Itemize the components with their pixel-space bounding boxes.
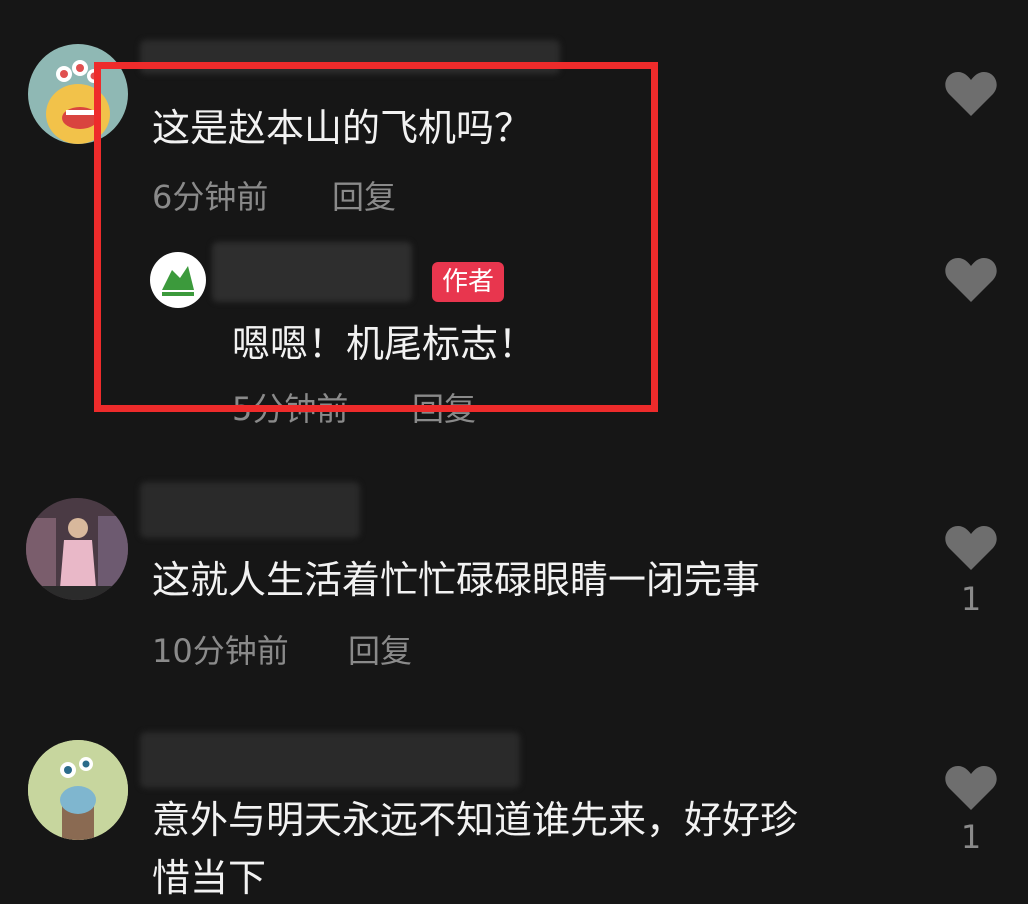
heart-icon <box>945 766 997 810</box>
highlight-box <box>94 62 658 412</box>
comment-text-line-1: 意外与明天永远不知道谁先来，好好珍 <box>152 798 799 842</box>
heart-icon <box>945 72 997 116</box>
like-button[interactable] <box>944 764 998 816</box>
photo-avatar-icon <box>26 498 128 600</box>
username-blurred[interactable] <box>140 482 360 538</box>
monster-avatar-icon <box>28 740 128 840</box>
comment-time: 10分钟前 <box>152 632 289 670</box>
username-blurred[interactable] <box>140 732 520 788</box>
avatar[interactable] <box>28 740 128 840</box>
like-count: 1 <box>960 580 982 618</box>
heart-icon <box>945 526 997 570</box>
comment-text-line-2: 惜当下 <box>152 856 267 900</box>
avatar[interactable] <box>26 498 128 600</box>
reply-button[interactable]: 回复 <box>348 626 412 672</box>
heart-icon <box>945 258 997 302</box>
like-count: 1 <box>960 818 982 856</box>
reply-like-button[interactable] <box>944 256 998 308</box>
comment-text: 这就人生活着忙忙碌碌眼睛一闭完事 <box>152 558 761 602</box>
like-button[interactable] <box>944 70 998 122</box>
like-button[interactable] <box>944 524 998 576</box>
